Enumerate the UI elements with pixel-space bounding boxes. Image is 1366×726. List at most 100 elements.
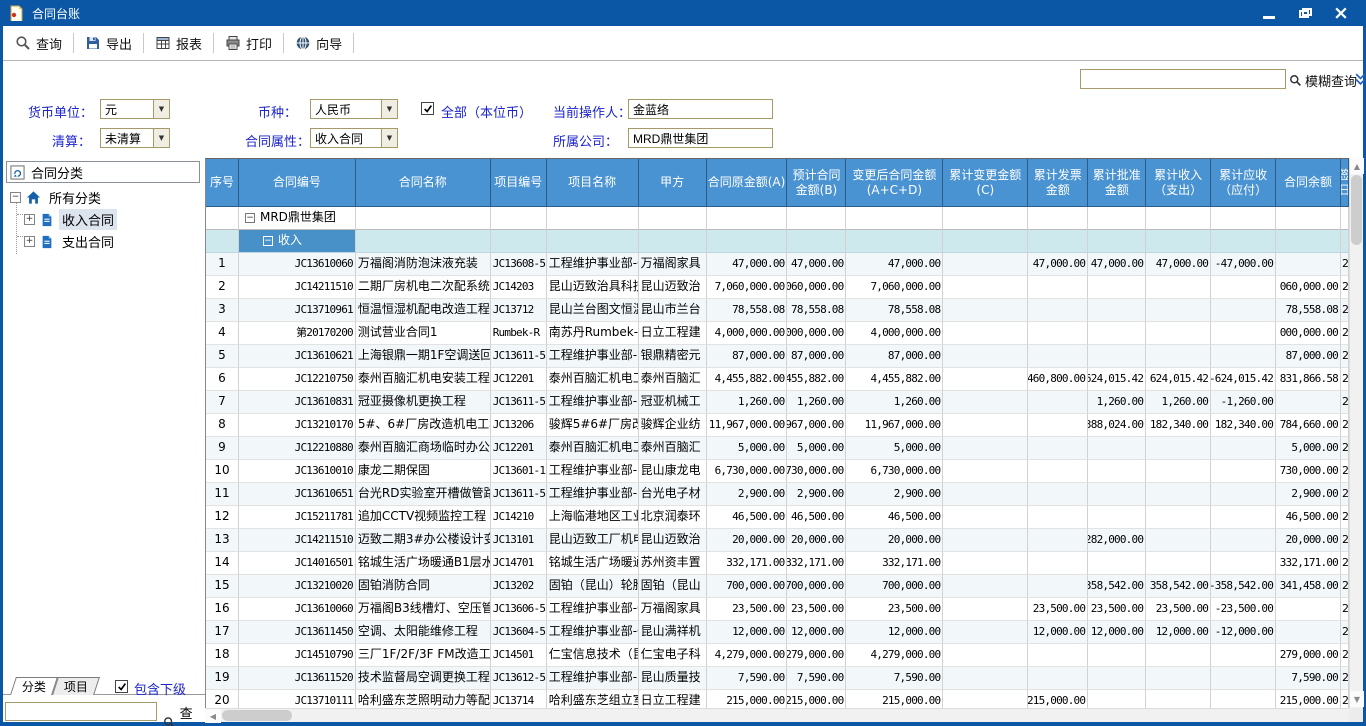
cell[interactable]: 46,500.00 [846, 506, 943, 529]
cell[interactable]: Rumbek-R [491, 322, 547, 345]
cell[interactable]: 2 [1341, 575, 1349, 598]
cell[interactable]: 2 [1341, 345, 1349, 368]
query-button[interactable]: 查询 [11, 31, 66, 56]
cell[interactable]: 87,000.00 [846, 345, 943, 368]
minimize-button[interactable] [1258, 4, 1280, 22]
cell[interactable]: 1,260.00 [707, 391, 788, 414]
cell[interactable] [943, 506, 1028, 529]
cell[interactable]: 2 [1341, 552, 1349, 575]
cell[interactable]: 060,000.00 [787, 276, 846, 299]
cell[interactable] [1028, 460, 1088, 483]
cell[interactable]: JC14211510 [239, 529, 356, 552]
cell[interactable]: JC13611-5 [491, 345, 547, 368]
cell[interactable]: JC13712 [491, 299, 547, 322]
column-header[interactable]: 累计应收（应付） [1211, 159, 1276, 207]
cell[interactable]: 昆山迈致治具科技 [547, 276, 639, 299]
cell[interactable]: 12,000.00 [1088, 621, 1146, 644]
cell[interactable] [1088, 644, 1146, 667]
cell[interactable]: 5,000.00 [707, 437, 788, 460]
cell[interactable]: 6 [206, 368, 239, 391]
cell[interactable]: 昆山迈致治 [639, 529, 707, 552]
cell[interactable]: 332,171.00 [787, 552, 846, 575]
cell[interactable] [1088, 322, 1146, 345]
cell[interactable]: 7,590.00 [707, 667, 788, 690]
cell[interactable]: 12,000.00 [846, 621, 943, 644]
cell[interactable] [943, 299, 1028, 322]
cell[interactable]: 12,000.00 [1146, 621, 1211, 644]
cell[interactable] [1146, 483, 1211, 506]
cell[interactable]: 7,590.00 [846, 667, 943, 690]
cell[interactable]: -1,260.00 [1211, 391, 1276, 414]
scroll-down-button[interactable]: ▼ [1350, 691, 1364, 707]
cell[interactable]: 2 [1341, 529, 1349, 552]
cell[interactable]: JC12201 [491, 368, 547, 391]
horizontal-scrollbar[interactable]: ◀ [205, 708, 1349, 722]
cell[interactable]: 47,000.00 [1088, 253, 1146, 276]
cell[interactable] [1028, 391, 1088, 414]
cell[interactable]: 泰州百脑汇 [639, 437, 707, 460]
cell[interactable]: 康龙二期保固 [356, 460, 491, 483]
column-header[interactable]: 项目编号 [491, 159, 547, 207]
cell[interactable]: 78,558.08 [787, 299, 846, 322]
cell[interactable]: 460,800.00 [1028, 368, 1088, 391]
currency-unit-select[interactable]: 元▼ [100, 99, 170, 119]
cell[interactable]: −MRD鼎世集团 [239, 207, 356, 230]
cell[interactable]: 7,590.00 [787, 667, 846, 690]
cell[interactable]: 冠亚机械工 [639, 391, 707, 414]
cell[interactable] [943, 483, 1028, 506]
cell[interactable]: -12,000.00 [1211, 621, 1276, 644]
cell[interactable]: 12,000.00 [707, 621, 788, 644]
find-input[interactable] [5, 702, 157, 721]
cell[interactable]: 万福阁家具 [639, 598, 707, 621]
cell[interactable]: 昆山康龙电 [639, 460, 707, 483]
cell[interactable]: 358,542.00 [1088, 575, 1146, 598]
cell[interactable]: 泰州百脑汇 [639, 368, 707, 391]
cell[interactable]: 昆山质量技 [639, 667, 707, 690]
cell[interactable]: 279,000.00 [1276, 644, 1341, 667]
cell[interactable] [1028, 552, 1088, 575]
cell[interactable]: JC13604-5 [491, 621, 547, 644]
cell[interactable]: 47,000.00 [707, 253, 788, 276]
cell[interactable] [1211, 276, 1276, 299]
cell[interactable] [943, 575, 1028, 598]
cell[interactable] [1146, 644, 1211, 667]
cell[interactable]: 46,500.00 [1276, 506, 1341, 529]
cell[interactable]: JC13611-5 [491, 391, 547, 414]
column-header[interactable]: 累计收入（支出） [1146, 159, 1211, 207]
cell[interactable]: JC13610621 [239, 345, 356, 368]
cell[interactable] [1028, 667, 1088, 690]
cell[interactable]: 银鼎精密元 [639, 345, 707, 368]
cell[interactable]: 4,279,000.00 [846, 644, 943, 667]
cell[interactable]: 18 [206, 644, 239, 667]
cell[interactable]: 47,000.00 [1146, 253, 1211, 276]
column-header[interactable]: 签日 [1341, 159, 1349, 207]
company-input[interactable] [628, 128, 773, 148]
cell[interactable] [787, 207, 846, 230]
all-base-currency-checkbox[interactable] [421, 102, 434, 115]
cell[interactable] [1028, 322, 1088, 345]
collapse-icon[interactable]: − [263, 236, 273, 246]
cell[interactable]: 23,500.00 [1028, 598, 1088, 621]
cell[interactable]: 2 [1341, 276, 1349, 299]
cell[interactable] [1088, 207, 1146, 230]
fuzzy-search-input[interactable] [1080, 69, 1286, 89]
cell[interactable]: 工程维护事业部-1 [547, 345, 639, 368]
cell[interactable]: 6,730,000.00 [846, 460, 943, 483]
cell[interactable] [1211, 299, 1276, 322]
cell[interactable] [1211, 322, 1276, 345]
cell[interactable]: 骏辉5#6#厂房改造 [547, 414, 639, 437]
cell[interactable]: 台光RD实验室开槽做管路 [356, 483, 491, 506]
cell[interactable]: JC14701 [491, 552, 547, 575]
cell[interactable]: JC13210020 [239, 575, 356, 598]
cell[interactable] [787, 230, 846, 253]
cell[interactable] [1028, 414, 1088, 437]
cell[interactable]: 7,590.00 [1276, 667, 1341, 690]
cell[interactable]: 万福阁B3线槽灯、空压管 [356, 598, 491, 621]
cell[interactable]: 700,000.00 [787, 575, 846, 598]
cell[interactable] [943, 460, 1028, 483]
cell[interactable] [1146, 345, 1211, 368]
cell[interactable]: JC13210170 [239, 414, 356, 437]
cell[interactable]: 78,558.08 [846, 299, 943, 322]
cell[interactable]: 2 [1341, 391, 1349, 414]
cell[interactable]: 5,000.00 [1276, 437, 1341, 460]
